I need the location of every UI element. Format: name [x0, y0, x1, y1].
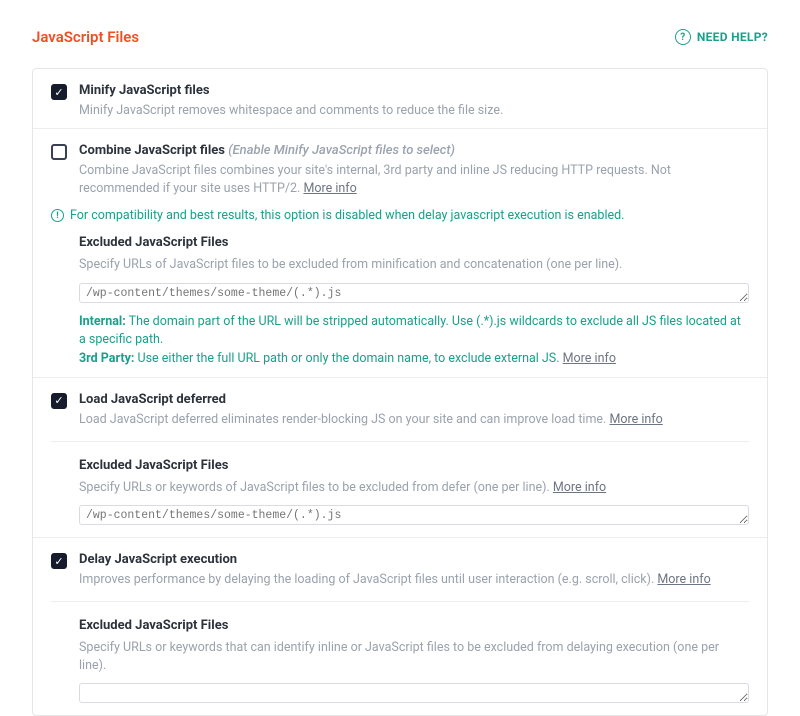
combine-info-bar: ! For compatibility and best results, th… [51, 208, 749, 223]
delay-excluded-textarea[interactable] [79, 683, 749, 703]
defer-excluded-title: Excluded JavaScript Files [79, 458, 749, 473]
defer-checkbox[interactable]: ✓ [51, 393, 67, 409]
defer-excluded-more-info-link[interactable]: More info [553, 480, 606, 495]
minify-checkbox[interactable]: ✓ [51, 84, 67, 100]
defer-description: Load JavaScript deferred eliminates rend… [79, 411, 749, 429]
combine-excluded-textarea[interactable] [79, 283, 749, 303]
delay-more-info-link[interactable]: More info [657, 572, 710, 587]
combine-title: Combine JavaScript files (Enable Minify … [79, 143, 749, 158]
delay-description: Improves performance by delaying the loa… [79, 571, 749, 589]
defer-excluded-desc: Specify URLs or keywords of JavaScript f… [79, 479, 749, 497]
combine-excluded-desc: Specify URLs of JavaScript files to be e… [79, 256, 749, 274]
combine-excluded-hint: Internal: The domain part of the URL wil… [79, 313, 749, 369]
combine-hint-more-info-link[interactable]: More info [563, 351, 616, 366]
combine-checkbox[interactable] [51, 144, 67, 160]
defer-title: Load JavaScript deferred [79, 392, 749, 407]
combine-description: Combine JavaScript files combines your s… [79, 162, 749, 198]
minify-description: Minify JavaScript removes whitespace and… [79, 102, 749, 120]
combine-more-info-link[interactable]: More info [303, 181, 356, 196]
combine-excluded-title: Excluded JavaScript Files [79, 235, 749, 250]
info-icon: ! [51, 209, 64, 222]
delay-checkbox[interactable]: ✓ [51, 553, 67, 569]
delay-title: Delay JavaScript execution [79, 552, 749, 567]
delay-excluded-desc: Specify URLs or keywords that can identi… [79, 639, 749, 675]
defer-more-info-link[interactable]: More info [609, 412, 662, 427]
need-help-label: NEED HELP? [697, 30, 768, 44]
help-icon: ? [675, 29, 691, 45]
delay-excluded-title: Excluded JavaScript Files [79, 618, 749, 633]
combine-disabled-note: (Enable Minify JavaScript files to selec… [228, 143, 455, 158]
minify-title: Minify JavaScript files [79, 83, 749, 98]
need-help-link[interactable]: ? NEED HELP? [675, 29, 768, 45]
defer-excluded-textarea[interactable] [79, 505, 749, 525]
settings-panel: ✓ Minify JavaScript files Minify JavaScr… [32, 68, 768, 716]
page-title: JavaScript Files [32, 28, 139, 46]
